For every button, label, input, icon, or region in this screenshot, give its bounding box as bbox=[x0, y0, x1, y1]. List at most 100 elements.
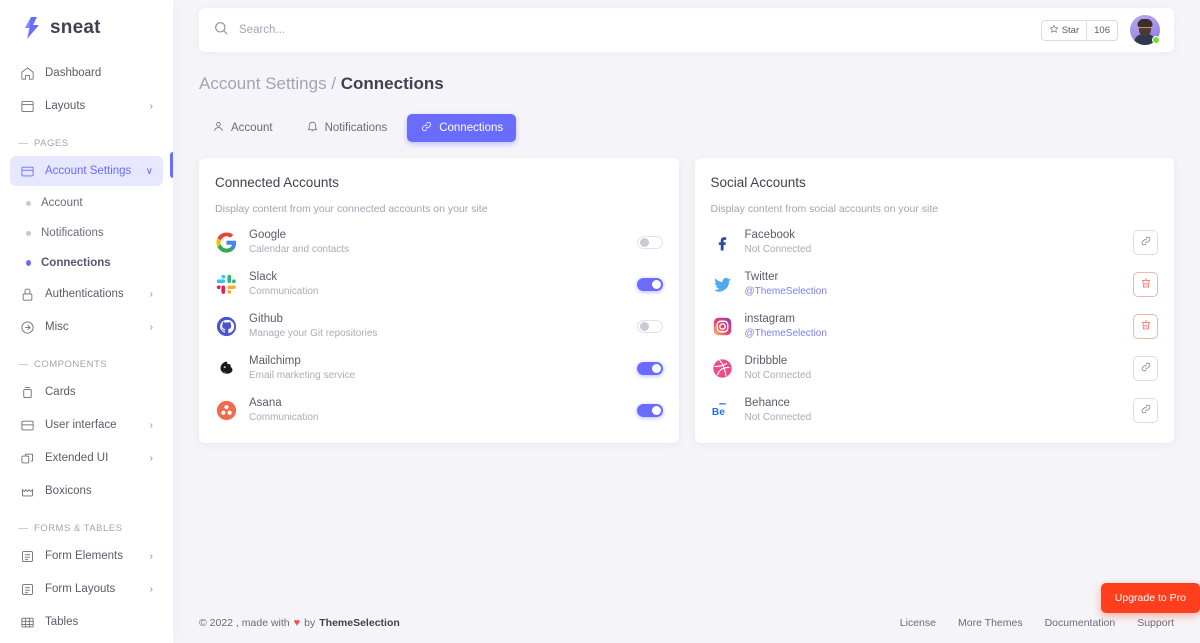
footer-brand[interactable]: ThemeSelection bbox=[319, 617, 400, 629]
google-toggle[interactable] bbox=[637, 236, 663, 249]
chevron-right-icon: › bbox=[150, 453, 153, 464]
account-desc: Manage your Git repositories bbox=[249, 327, 637, 341]
sidebar-item-account-settings[interactable]: Account Settings ∨ bbox=[10, 156, 163, 186]
breadcrumb-parent[interactable]: Account Settings bbox=[199, 74, 327, 93]
social-row-facebook: Facebook Not Connected bbox=[711, 228, 1159, 257]
chevron-right-icon: › bbox=[150, 584, 153, 595]
chevron-right-icon: › bbox=[150, 289, 153, 300]
sidebar-item-authentications[interactable]: Authentications › bbox=[10, 279, 163, 309]
sidebar-item-label: Extended UI bbox=[45, 452, 140, 464]
sidebar: sneat Dashboard Layouts › PAGES bbox=[0, 0, 173, 643]
sidebar-subitem-label: Connections bbox=[41, 257, 111, 269]
social-row-instagram: instagram @ThemeSelection bbox=[711, 312, 1159, 341]
account-name: Asana bbox=[249, 396, 637, 410]
connected-accounts-card: Connected Accounts Display content from … bbox=[199, 158, 679, 443]
sidebar-item-cards[interactable]: Cards bbox=[10, 377, 163, 407]
sidebar-item-label: Tables bbox=[45, 616, 153, 628]
sidebar-item-label: Dashboard bbox=[45, 67, 153, 79]
sidebar-subitem-label: Account bbox=[41, 197, 83, 209]
account-text: Facebook Not Connected bbox=[745, 228, 1134, 257]
slack-toggle[interactable] bbox=[637, 278, 663, 291]
toggle-knob bbox=[640, 322, 649, 331]
form-layouts-icon bbox=[20, 582, 35, 597]
search-input[interactable] bbox=[239, 24, 439, 36]
sidebar-item-extended-ui[interactable]: Extended UI › bbox=[10, 443, 163, 473]
sidebar-item-boxicons[interactable]: Boxicons bbox=[10, 476, 163, 506]
behance-link-button[interactable] bbox=[1133, 398, 1158, 423]
account-name: Mailchimp bbox=[249, 354, 637, 368]
footer-link-support[interactable]: Support bbox=[1137, 617, 1174, 629]
trash-icon bbox=[1140, 318, 1152, 336]
account-desc[interactable]: @ThemeSelection bbox=[745, 285, 1134, 299]
sidebar-item-label: Boxicons bbox=[45, 485, 153, 497]
account-desc[interactable]: @ThemeSelection bbox=[745, 327, 1134, 341]
sidebar-item-dashboard[interactable]: Dashboard bbox=[10, 58, 163, 88]
cards-icon bbox=[20, 385, 35, 400]
instagram-delete-button[interactable] bbox=[1133, 314, 1158, 339]
dribbble-icon bbox=[711, 357, 734, 380]
link-icon bbox=[1140, 360, 1152, 378]
sidebar-subitem-connections[interactable]: Connections bbox=[10, 249, 163, 277]
tab-account[interactable]: Account bbox=[199, 114, 286, 142]
sidebar-item-label: Misc bbox=[45, 321, 140, 333]
footer-links: License More Themes Documentation Suppor… bbox=[900, 617, 1174, 629]
sidebar-section-components: COMPONENTS bbox=[10, 345, 163, 377]
account-desc: Communication bbox=[249, 411, 637, 425]
card-title: Connected Accounts bbox=[215, 175, 663, 190]
sidebar-subitem-account[interactable]: Account bbox=[10, 189, 163, 217]
copyright-by: by bbox=[304, 617, 315, 629]
chevron-down-icon: ∨ bbox=[146, 166, 153, 177]
facebook-link-button[interactable] bbox=[1133, 230, 1158, 255]
twitter-delete-button[interactable] bbox=[1133, 272, 1158, 297]
user-avatar-button[interactable] bbox=[1130, 15, 1160, 45]
account-text: Mailchimp Email marketing service bbox=[249, 354, 637, 383]
cards-container: Connected Accounts Display content from … bbox=[199, 158, 1174, 443]
sidebar-item-tables[interactable]: Tables bbox=[10, 607, 163, 637]
github-icon bbox=[215, 315, 238, 338]
mailchimp-toggle[interactable] bbox=[637, 362, 663, 375]
tab-label: Notifications bbox=[325, 122, 388, 134]
breadcrumb: Account Settings / Connections bbox=[199, 74, 1174, 94]
behance-icon: B e bbox=[711, 399, 734, 422]
user-icon bbox=[212, 120, 225, 136]
account-name: Behance bbox=[745, 396, 1134, 410]
connected-row-google: Google Calendar and contacts bbox=[215, 228, 663, 257]
dribbble-link-button[interactable] bbox=[1133, 356, 1158, 381]
star-count[interactable]: 106 bbox=[1086, 21, 1117, 40]
sidebar-subitem-notifications[interactable]: Notifications bbox=[10, 219, 163, 247]
link-icon bbox=[420, 120, 433, 136]
sidebar-item-layouts[interactable]: Layouts › bbox=[10, 91, 163, 121]
trash-icon bbox=[1140, 276, 1152, 294]
account-text: Twitter @ThemeSelection bbox=[745, 270, 1134, 299]
settings-tabs: Account Notifications Connections bbox=[199, 114, 1174, 142]
footer-link-documentation[interactable]: Documentation bbox=[1045, 617, 1116, 629]
sidebar-item-form-elements[interactable]: Form Elements › bbox=[10, 541, 163, 571]
star-button[interactable]: Star bbox=[1042, 21, 1086, 40]
tab-connections[interactable]: Connections bbox=[407, 114, 516, 142]
sidebar-item-misc[interactable]: Misc › bbox=[10, 312, 163, 342]
facebook-icon bbox=[711, 231, 734, 254]
footer-link-more-themes[interactable]: More Themes bbox=[958, 617, 1023, 629]
social-row-dribbble: Dribbble Not Connected bbox=[711, 354, 1159, 383]
account-desc: Not Connected bbox=[745, 411, 1134, 425]
asana-toggle[interactable] bbox=[637, 404, 663, 417]
page-title: Connections bbox=[341, 74, 444, 93]
card-title: Social Accounts bbox=[711, 175, 1159, 190]
extended-ui-icon bbox=[20, 451, 35, 466]
section-dash bbox=[18, 143, 28, 144]
sidebar-item-form-layouts[interactable]: Form Layouts › bbox=[10, 574, 163, 604]
account-text: Asana Communication bbox=[249, 396, 637, 425]
footer-link-license[interactable]: License bbox=[900, 617, 936, 629]
account-name: instagram bbox=[745, 312, 1134, 326]
brand-logo[interactable]: sneat bbox=[0, 0, 173, 58]
tab-notifications[interactable]: Notifications bbox=[293, 114, 401, 142]
account-name: Google bbox=[249, 228, 637, 242]
sidebar-item-user-interface[interactable]: User interface › bbox=[10, 410, 163, 440]
search-container[interactable] bbox=[213, 20, 1041, 41]
misc-icon bbox=[20, 320, 35, 335]
sidebar-item-label: Form Elements bbox=[45, 550, 140, 562]
star-icon bbox=[1049, 24, 1059, 37]
layout-icon bbox=[20, 99, 35, 114]
section-label: COMPONENTS bbox=[34, 359, 107, 370]
github-toggle[interactable] bbox=[637, 320, 663, 333]
